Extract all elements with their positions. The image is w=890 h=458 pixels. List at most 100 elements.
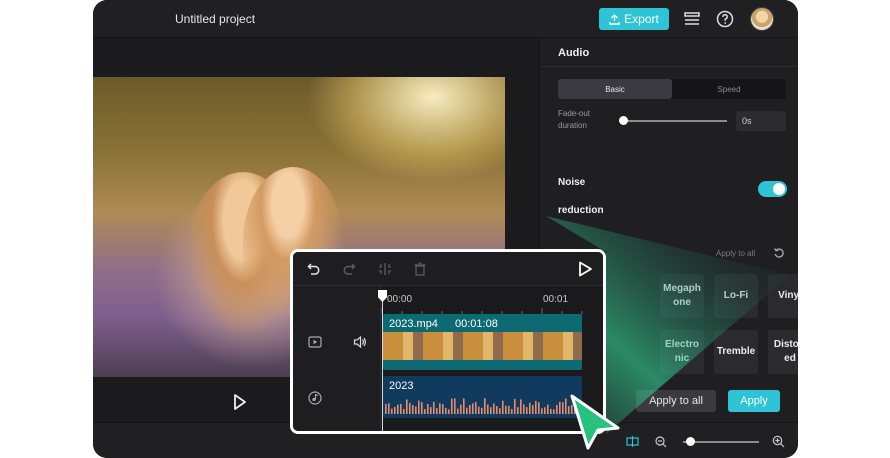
timeline-play-icon[interactable] bbox=[577, 261, 593, 277]
audio-clip-name: 2023 bbox=[389, 380, 414, 392]
waveform-bar bbox=[475, 401, 477, 414]
waveform-bar bbox=[445, 407, 447, 414]
effect-megaphone[interactable]: Megaph one bbox=[660, 274, 704, 318]
reset-icon[interactable] bbox=[773, 247, 785, 259]
export-button[interactable]: Export bbox=[599, 8, 669, 30]
project-title[interactable]: Untitled project bbox=[175, 12, 255, 26]
noise-reduction-toggle[interactable] bbox=[758, 181, 787, 197]
effect-electronic[interactable]: Electro nic bbox=[660, 330, 704, 374]
waveform-bar bbox=[493, 403, 495, 414]
audio-clip[interactable]: 2023 bbox=[383, 376, 582, 418]
split-icon[interactable] bbox=[626, 435, 639, 448]
waveform-bar bbox=[454, 398, 456, 414]
zoom-in-icon[interactable] bbox=[772, 435, 785, 448]
music-track-icon bbox=[308, 391, 322, 405]
waveform-bar bbox=[451, 398, 453, 414]
play-icon[interactable] bbox=[233, 394, 247, 410]
waveform-bar bbox=[463, 398, 465, 414]
waveform-bar bbox=[535, 400, 537, 414]
zoom-out-icon[interactable] bbox=[655, 436, 667, 448]
effect-distorted[interactable]: Distort ed bbox=[768, 330, 798, 374]
waveform-bar bbox=[469, 404, 471, 414]
apply-to-all-button[interactable]: Apply to all bbox=[636, 390, 716, 412]
waveform-bar bbox=[397, 404, 399, 414]
timeline-start-time: 00:00 bbox=[387, 294, 413, 305]
timeline-toolbar bbox=[293, 252, 603, 286]
waveform-bar bbox=[520, 399, 522, 414]
fade-out-label: Fade-out duration bbox=[558, 109, 591, 130]
waveform-bar bbox=[439, 403, 441, 414]
video-clip-name: 2023.mp4 bbox=[389, 318, 438, 330]
waveform-bar bbox=[562, 402, 564, 414]
avatar[interactable] bbox=[750, 7, 774, 31]
panel-title: Audio bbox=[558, 47, 590, 59]
waveform-bar bbox=[430, 407, 432, 414]
playhead[interactable] bbox=[382, 298, 383, 431]
waveform-bar bbox=[553, 409, 555, 414]
effect-lofi[interactable]: Lo-Fi bbox=[714, 274, 758, 318]
waveform-bar bbox=[478, 406, 480, 414]
layers-icon[interactable] bbox=[683, 10, 701, 28]
timeline-end-time: 00:01 bbox=[543, 294, 569, 305]
audio-tabs: Basic Speed bbox=[558, 79, 786, 99]
top-bar: Untitled project Export bbox=[93, 0, 798, 38]
waveform-bar bbox=[436, 408, 438, 414]
waveform-bar bbox=[517, 407, 519, 414]
audio-waveform bbox=[385, 398, 579, 414]
redo-icon[interactable] bbox=[342, 262, 356, 276]
waveform-bar bbox=[466, 407, 468, 414]
volume-icon[interactable] bbox=[353, 335, 367, 349]
waveform-bar bbox=[403, 409, 405, 414]
waveform-bar bbox=[496, 406, 498, 414]
apply-button[interactable]: Apply bbox=[728, 390, 780, 412]
waveform-bar bbox=[544, 407, 546, 414]
waveform-bar bbox=[400, 403, 402, 414]
undo-icon[interactable] bbox=[307, 262, 321, 276]
waveform-bar bbox=[448, 409, 450, 414]
waveform-bar bbox=[388, 403, 390, 414]
timeline-zoom-callout: 00:00 00:01 2023.mp4 00:01:08 2023 bbox=[290, 249, 606, 434]
waveform-bar bbox=[556, 405, 558, 414]
waveform-bar bbox=[418, 400, 420, 414]
zoom-slider-handle[interactable] bbox=[686, 437, 695, 446]
help-icon[interactable] bbox=[716, 10, 734, 28]
waveform-bar bbox=[415, 406, 417, 414]
waveform-bar bbox=[460, 404, 462, 414]
waveform-bar bbox=[490, 407, 492, 414]
split-clip-icon[interactable] bbox=[378, 262, 392, 276]
waveform-bar bbox=[484, 398, 486, 414]
export-label: Export bbox=[624, 12, 659, 26]
waveform-bar bbox=[427, 404, 429, 414]
waveform-bar bbox=[409, 402, 411, 414]
pointer-cursor-icon bbox=[570, 394, 620, 450]
waveform-bar bbox=[433, 401, 435, 414]
waveform-bar bbox=[511, 409, 513, 414]
tab-basic[interactable]: Basic bbox=[558, 79, 672, 99]
waveform-bar bbox=[529, 402, 531, 414]
effect-vinyl[interactable]: Vinyl bbox=[768, 274, 798, 318]
waveform-bar bbox=[391, 408, 393, 414]
waveform-bar bbox=[385, 404, 387, 414]
tab-speed[interactable]: Speed bbox=[672, 79, 786, 99]
fade-out-value-field[interactable]: 0s bbox=[736, 111, 786, 131]
waveform-bar bbox=[547, 404, 549, 414]
noise-reduction-label: Noise reduction bbox=[558, 177, 604, 216]
waveform-bar bbox=[502, 400, 504, 414]
delete-icon[interactable] bbox=[413, 262, 427, 276]
fade-out-slider[interactable] bbox=[623, 120, 727, 122]
waveform-bar bbox=[406, 399, 408, 414]
track-headers bbox=[293, 286, 381, 431]
waveform-bar bbox=[424, 409, 426, 414]
video-clip-thumbnails bbox=[383, 332, 582, 360]
effect-tremble[interactable]: Tremble bbox=[714, 330, 758, 374]
fade-out-slider-handle[interactable] bbox=[619, 116, 628, 125]
waveform-bar bbox=[508, 405, 510, 414]
waveform-bar bbox=[394, 407, 396, 414]
waveform-bar bbox=[550, 408, 552, 414]
apply-to-all-link[interactable]: Apply to all bbox=[716, 249, 755, 258]
waveform-bar bbox=[532, 405, 534, 414]
video-track-icon bbox=[308, 336, 322, 348]
divider bbox=[540, 66, 798, 67]
video-clip[interactable]: 2023.mp4 00:01:08 bbox=[383, 314, 582, 370]
waveform-bar bbox=[541, 408, 543, 414]
